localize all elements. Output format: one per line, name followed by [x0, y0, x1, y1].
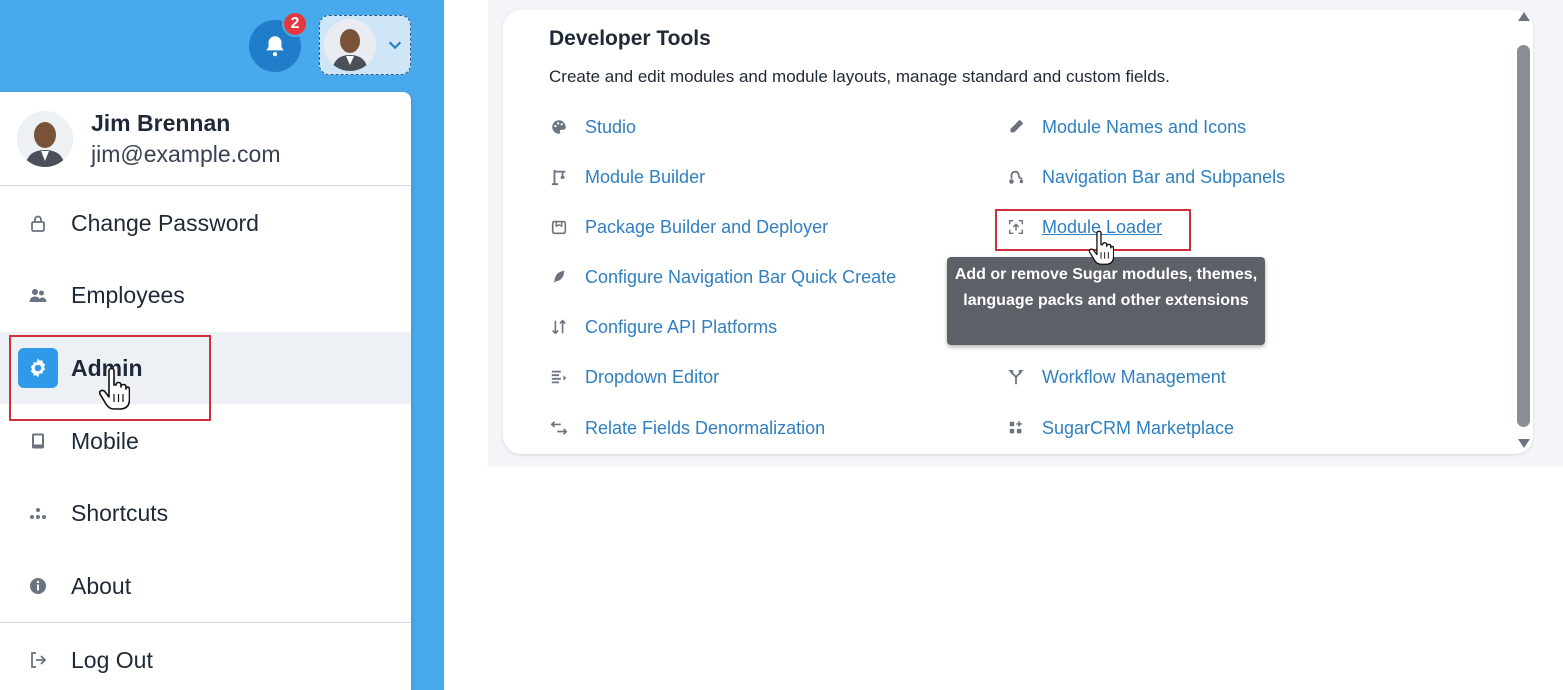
grid-plus-icon: [1006, 418, 1026, 438]
tool-link-label: Configure Navigation Bar Quick Create: [585, 266, 897, 287]
crane-icon: [549, 167, 569, 187]
menu-item-shortcuts[interactable]: Shortcuts: [0, 477, 411, 549]
scroll-down-arrow-icon[interactable]: [1518, 439, 1530, 448]
tool-link-api-platforms[interactable]: Configure API Platforms: [549, 314, 777, 340]
tool-link-module-builder[interactable]: Module Builder: [549, 164, 705, 190]
tool-link-label: Module Builder: [585, 166, 706, 187]
hand-cursor-icon: [1088, 230, 1114, 265]
menu-item-label: Employees: [71, 281, 185, 308]
scroll-up-arrow-icon[interactable]: [1518, 12, 1530, 21]
user-menu-toggle[interactable]: [319, 15, 411, 75]
user-profile-header: Jim Brennan jim@example.com: [0, 92, 411, 186]
feather-icon: [549, 267, 569, 287]
workflow-icon: [1006, 367, 1026, 387]
users-icon: [26, 283, 50, 307]
menu-item-label: About: [71, 572, 132, 599]
module-loader-tooltip: Add or remove Sugar modules, themes, lan…: [947, 257, 1265, 345]
user-email: jim@example.com: [91, 140, 281, 167]
tool-link-label: Package Builder and Deployer: [585, 216, 829, 237]
menu-item-about[interactable]: About: [0, 550, 411, 622]
hand-cursor-icon: [98, 367, 130, 410]
tool-link-label: Studio: [585, 116, 637, 137]
pencil-icon: [1006, 117, 1026, 137]
tool-link-label: Navigation Bar and Subpanels: [1042, 166, 1286, 187]
menu-item-label: Mobile: [71, 427, 139, 454]
admin-content-area: Developer Tools Create and edit modules …: [488, 0, 1563, 467]
card-scrollbar[interactable]: [1515, 12, 1533, 450]
notification-badge: 2: [282, 11, 308, 37]
tablet-icon: [26, 429, 50, 453]
tool-link-label: Relate Fields Denormalization: [585, 417, 826, 438]
swap-arrows-icon: [549, 418, 569, 438]
menu-item-label: Log Out: [71, 646, 153, 673]
tool-link-label: Configure API Platforms: [585, 316, 778, 337]
avatar: [324, 19, 376, 71]
avatar-photo: [324, 19, 376, 71]
menu-item-logout[interactable]: Log Out: [0, 624, 411, 690]
section-title: Developer Tools: [549, 27, 711, 50]
scroll-thumb[interactable]: [1517, 45, 1530, 427]
shortcuts-icon: [26, 501, 50, 525]
tool-link-workflow-management[interactable]: Workflow Management: [1006, 364, 1226, 390]
palette-icon: [549, 117, 569, 137]
menu-item-employees[interactable]: Employees: [0, 259, 411, 331]
list-arrow-icon: [549, 367, 569, 387]
tool-link-navigation-bar-subpanels[interactable]: Navigation Bar and Subpanels: [1006, 164, 1285, 190]
tool-link-package-builder[interactable]: Package Builder and Deployer: [549, 214, 828, 240]
tool-link-quick-create[interactable]: Configure Navigation Bar Quick Create: [549, 264, 896, 290]
tool-link-module-names-icons[interactable]: Module Names and Icons: [1006, 114, 1246, 140]
bell-icon: [266, 36, 284, 57]
avatar-photo: [17, 110, 73, 167]
tool-link-label: Dropdown Editor: [585, 366, 720, 387]
profile-menu-panel: 2 Jim Brennan jim@example.com Change Pas…: [0, 0, 444, 690]
tool-link-label: Workflow Management: [1042, 366, 1226, 387]
avatar: [17, 110, 73, 167]
tool-link-dropdown-editor[interactable]: Dropdown Editor: [549, 364, 719, 390]
section-description: Create and edit modules and module layou…: [549, 67, 1170, 86]
menu-divider: [0, 622, 411, 623]
menu-item-label: Shortcuts: [71, 499, 169, 526]
lock-icon: [26, 211, 50, 235]
logout-icon: [26, 648, 50, 672]
menu-item-label: Change Password: [71, 209, 259, 236]
menu-item-change-password[interactable]: Change Password: [0, 187, 411, 259]
route-icon: [1006, 167, 1026, 187]
info-icon: [26, 574, 50, 598]
package-icon: [549, 217, 569, 237]
tool-link-label: SugarCRM Marketplace: [1042, 417, 1235, 438]
sort-arrows-icon: [549, 317, 569, 337]
user-name: Jim Brennan: [91, 109, 231, 136]
tool-link-studio[interactable]: Studio: [549, 114, 636, 140]
tool-link-sugarcrm-marketplace[interactable]: SugarCRM Marketplace: [1006, 415, 1234, 441]
chevron-down-icon: [388, 41, 402, 50]
tool-link-label: Module Names and Icons: [1042, 116, 1247, 137]
tool-link-relate-fields[interactable]: Relate Fields Denormalization: [549, 415, 825, 441]
